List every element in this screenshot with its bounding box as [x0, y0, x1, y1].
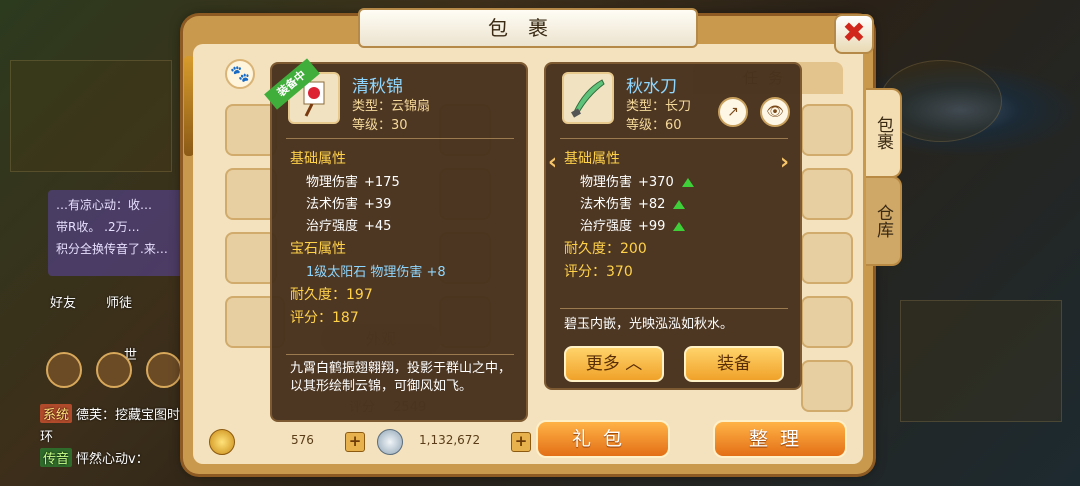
stat-label: 治疗强度: [306, 219, 359, 234]
chat-channel-badge: 系统: [40, 404, 73, 423]
bag-slot[interactable]: [801, 232, 853, 284]
item-name: 秋水刀: [626, 77, 677, 97]
compare-item-tooltip: 秋水刀 类型：长刀 等级：60 ↗ 👁 基础属性 物理伤害 +370 法术伤害 +8…: [544, 62, 802, 390]
divider: [560, 138, 788, 139]
more-button[interactable]: 更多 ︿: [564, 346, 664, 382]
chat-overlay[interactable]: …有凉心动：收… 带R收。 .2万… 积分全换传音了.来…: [48, 190, 198, 276]
chat-text: 德芙：挖藏宝图时: [76, 408, 181, 423]
item-type: 类型：长刀: [626, 99, 692, 114]
chevron-left-icon[interactable]: ‹: [548, 150, 557, 175]
chevron-up-icon: ︿: [625, 354, 643, 374]
mentor-label[interactable]: 师徒: [106, 292, 132, 311]
stat-up-arrow-icon: [673, 200, 686, 209]
divider: [560, 308, 788, 309]
equipped-item-tooltip: 装备中 清秋锦 类型：云锦扇 等级：30 基础属性 物理伤害 +175 法术伤害 +…: [264, 58, 528, 422]
stat-label: 治疗强度: [580, 219, 633, 234]
item-description: 九霄白鹤振翅翱翔，投影于群山之中，以其形绘制云锦，可御风如飞。: [290, 361, 512, 394]
stat-row: 法术伤害 +39: [306, 193, 391, 212]
stat-label: 法术伤害: [580, 197, 633, 212]
stat-value: +370: [638, 175, 674, 190]
share-icon[interactable]: ↗: [718, 97, 748, 127]
background-building: [10, 60, 172, 172]
chat-line: 环: [40, 426, 53, 445]
stat-label: 法术伤害: [306, 197, 359, 212]
more-button-label: 更多: [585, 354, 620, 374]
chevron-right-icon[interactable]: ›: [780, 150, 789, 175]
stat-row: 物理伤害 +175: [306, 171, 400, 190]
tab-bag[interactable]: 包裹: [866, 88, 902, 178]
voice-button-2[interactable]: [146, 352, 182, 388]
add-silver-button[interactable]: +: [511, 432, 531, 452]
durability: 耐久度：200: [564, 241, 647, 257]
item-score: 评分：370: [564, 264, 633, 280]
item-type: 类型：云锦扇: [352, 99, 431, 114]
stat-up-arrow-icon: [681, 178, 694, 187]
stat-value: +39: [364, 197, 392, 212]
gold-coin-icon: [209, 429, 235, 455]
window-title: 包裹: [358, 8, 698, 48]
chat-line: 系统 德芙：挖藏宝图时: [40, 404, 180, 423]
bag-slot[interactable]: [801, 168, 853, 220]
chat-channel-badge: 传音: [40, 448, 73, 467]
bag-slot[interactable]: [801, 296, 853, 348]
durability: 耐久度：197: [290, 287, 373, 303]
equip-button[interactable]: 装备: [684, 346, 784, 382]
eye-icon[interactable]: 👁: [760, 97, 790, 127]
tab-warehouse[interactable]: 仓库: [866, 176, 902, 266]
voice-button[interactable]: [96, 352, 132, 388]
add-gold-button[interactable]: +: [345, 432, 365, 452]
divider: [286, 138, 514, 139]
stat-value: +99: [638, 219, 666, 234]
stat-row: 物理伤害 +370: [580, 171, 694, 190]
stat-row: 治疗强度 +45: [306, 215, 391, 234]
stat-value: +175: [364, 175, 400, 190]
stat-row: 治疗强度 +99: [580, 215, 686, 234]
base-attributes-header: 基础属性: [564, 151, 620, 167]
close-icon[interactable]: ✖: [834, 14, 874, 54]
stat-label: 物理伤害: [306, 175, 359, 190]
base-attributes-header: 基础属性: [290, 151, 346, 167]
divider: [286, 354, 514, 355]
stat-value: +82: [638, 197, 666, 212]
gift-button[interactable]: 礼包: [536, 420, 670, 458]
stat-row: 法术伤害 +82: [580, 193, 686, 212]
item-description: 碧玉内嵌，光映泓泓如秋水。: [564, 317, 734, 332]
bag-slot[interactable]: [801, 360, 853, 412]
silver-amount: 1,132,672: [419, 433, 481, 447]
gem-line: 1级太阳石 物理伤害 +8: [306, 265, 446, 280]
item-level: 等级：60: [626, 118, 682, 133]
sort-button[interactable]: 整理: [713, 420, 847, 458]
bag-slot[interactable]: [801, 104, 853, 156]
item-level: 等级：30: [352, 118, 408, 133]
currency-bar: 576 + 1,132,672 +: [203, 429, 533, 455]
chat-line: 传音 怦然心动v：: [40, 448, 149, 467]
paw-icon[interactable]: 🐾: [225, 59, 255, 89]
item-name: 清秋锦: [352, 77, 403, 97]
gold-amount: 576: [291, 433, 314, 447]
chat-text: 环: [40, 430, 54, 445]
chat-bubble-button[interactable]: [46, 352, 82, 388]
blade-item-icon: [562, 72, 614, 124]
silver-coin-icon: [377, 429, 403, 455]
friends-label[interactable]: 好友: [50, 292, 76, 311]
item-score: 评分：187: [290, 310, 359, 326]
chat-overlay-line: 积分全换传音了.来…: [56, 242, 168, 256]
chat-overlay-line: 带R收。 .2万…: [56, 220, 140, 234]
chat-overlay-line: …有凉心动：收…: [56, 198, 153, 212]
background-building: [900, 300, 1062, 422]
chat-text: 怦然心动v：: [76, 452, 149, 467]
stat-value: +45: [364, 219, 392, 234]
gem-attributes-header: 宝石属性: [290, 241, 346, 257]
stat-label: 物理伤害: [580, 175, 633, 190]
stat-up-arrow-icon: [673, 222, 686, 231]
